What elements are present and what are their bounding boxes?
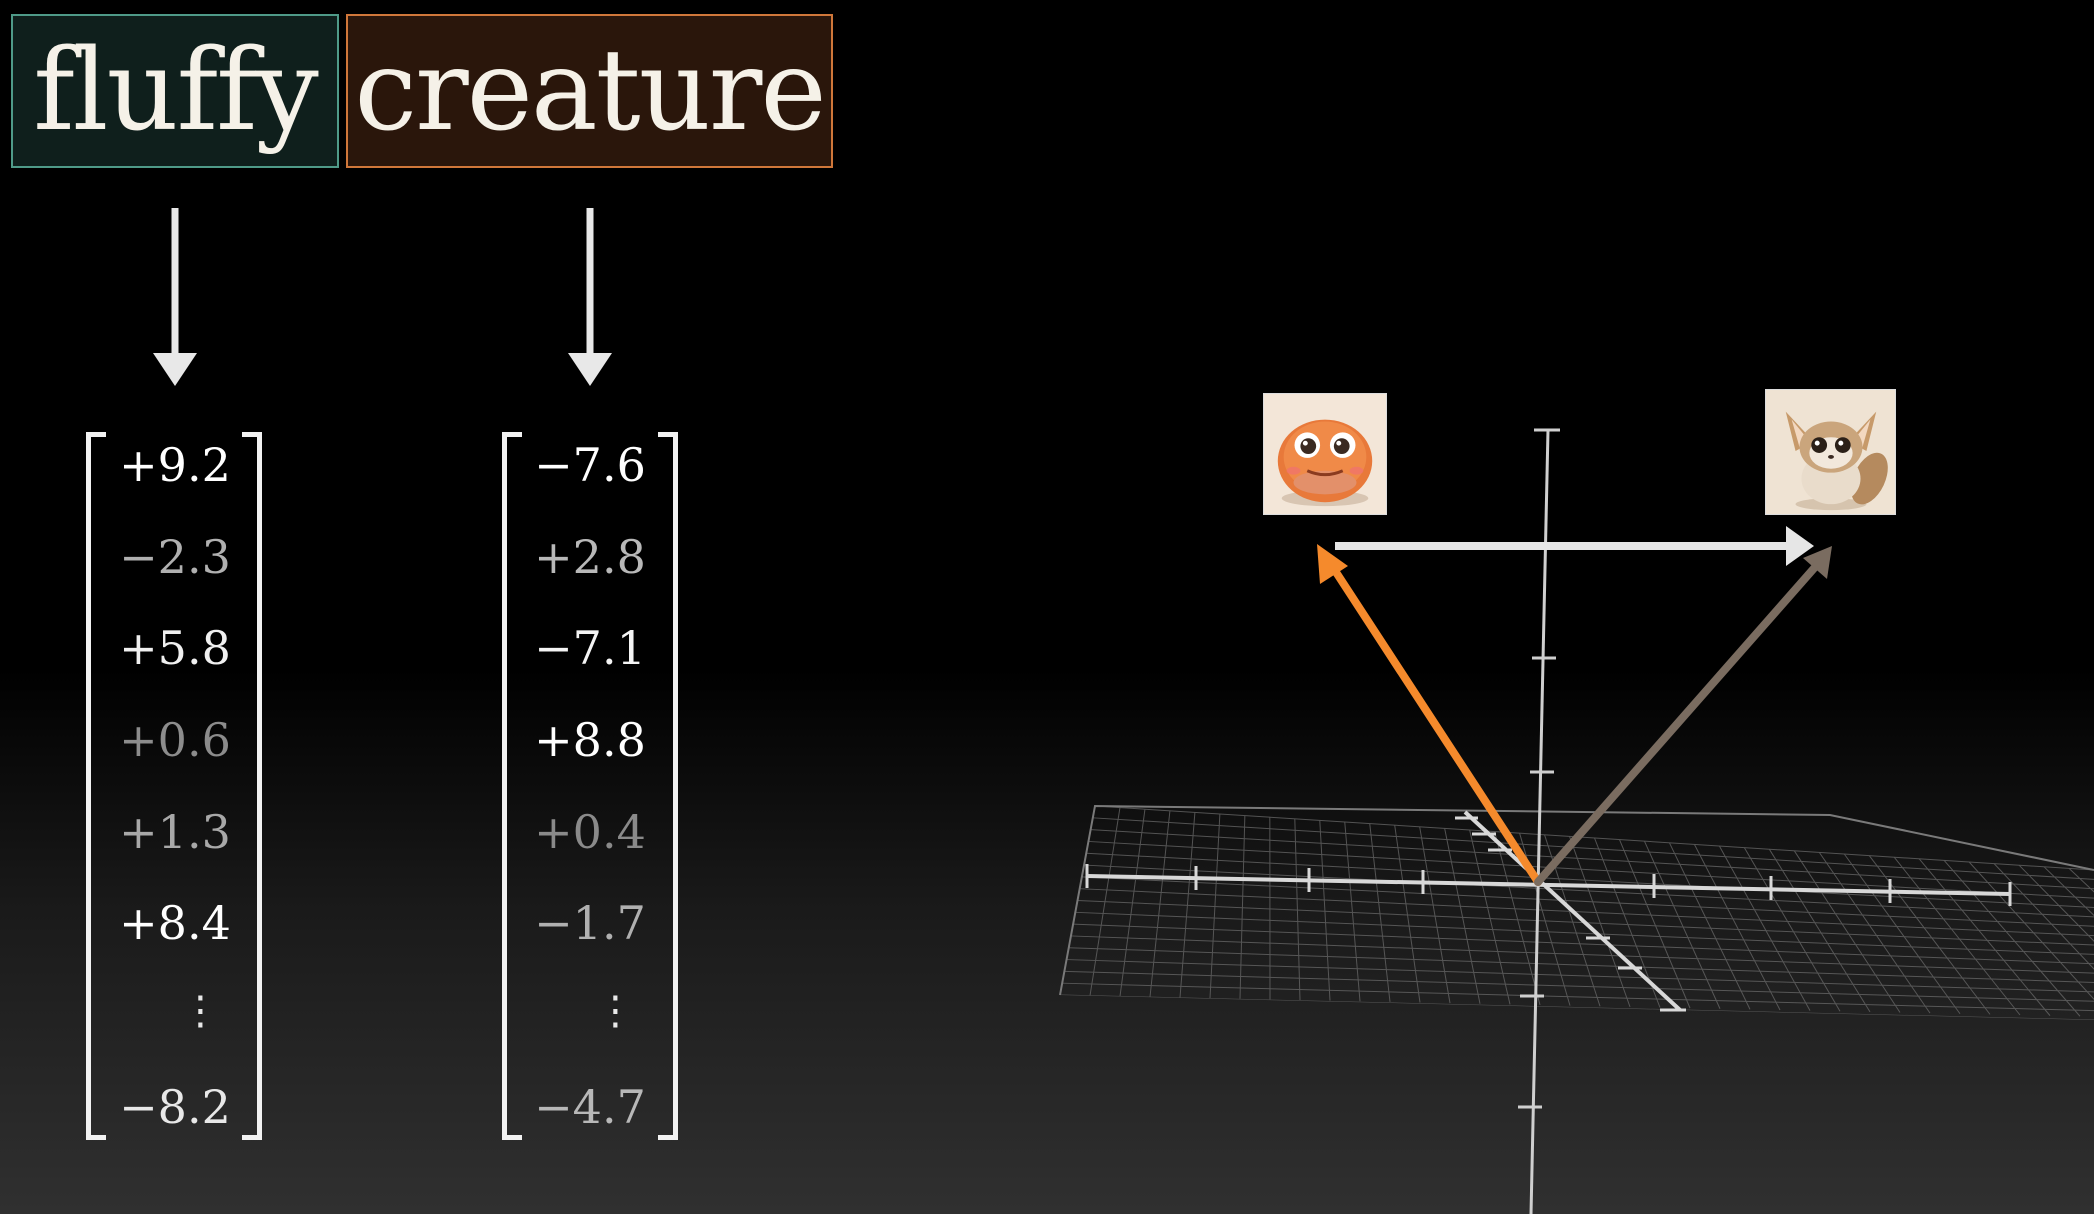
grid-line — [1843, 853, 1961, 1015]
orange-vector — [1317, 544, 1542, 886]
grid-line — [1818, 852, 1931, 1014]
grid-line — [1743, 847, 1841, 1012]
white-difference-vector — [1335, 526, 1814, 566]
orange-creature-icon — [1263, 393, 1387, 515]
grid-line — [1394, 825, 1421, 1003]
grid-line — [1369, 823, 1391, 1002]
grid-line — [1319, 820, 1331, 1001]
fluffy-fox-creature-icon — [1765, 389, 1896, 515]
grid-line — [1344, 821, 1361, 1002]
grid-line — [1073, 923, 2094, 965]
grid-line — [1079, 888, 2094, 937]
grid-line — [1768, 848, 1871, 1013]
grid-line — [1718, 845, 1811, 1011]
grid-line — [1060, 994, 2094, 1020]
y-axis-ticks — [1518, 428, 1560, 1109]
brown-vector — [1534, 546, 1832, 886]
grid-line — [1419, 826, 1451, 1004]
grid-line — [1469, 829, 1511, 1005]
grid-line — [1444, 828, 1481, 1004]
3d-vector-scene — [1059, 428, 2094, 1214]
grid-line — [1569, 836, 1631, 1008]
diagram-stage: fluffy creature +9.2 −2.3 +5.8 +0.6 +1.3… — [0, 0, 2094, 1214]
grid-line — [1068, 947, 2094, 983]
grid-line — [1294, 818, 1301, 1001]
grid-line — [1070, 935, 2094, 974]
